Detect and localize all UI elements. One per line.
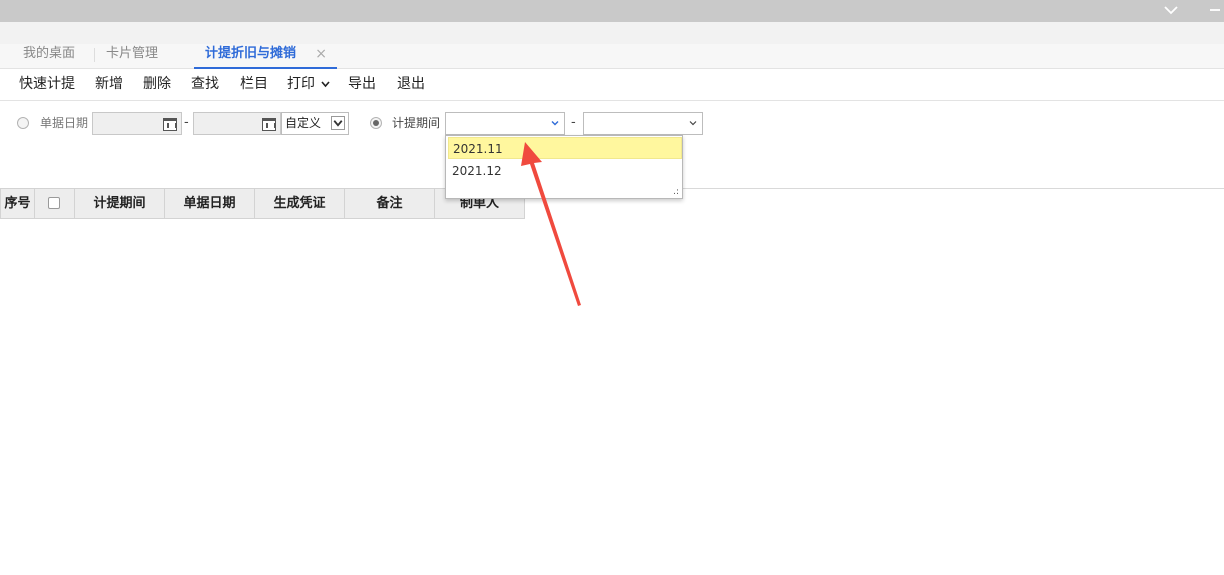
chevron-down-icon bbox=[321, 81, 331, 88]
exit-button[interactable]: 退出 bbox=[397, 75, 425, 93]
tab-strip: 我的桌面 卡片管理 计提折旧与摊销 × bbox=[0, 44, 1224, 69]
calendar-icon[interactable] bbox=[163, 118, 177, 131]
tab-desktop[interactable]: 我的桌面 bbox=[23, 44, 75, 69]
title-bar bbox=[0, 0, 1224, 22]
date-to-field[interactable] bbox=[193, 112, 281, 135]
secondary-bar bbox=[0, 22, 1224, 44]
close-icon[interactable]: × bbox=[315, 44, 327, 64]
red-arrow-annotation bbox=[521, 142, 581, 306]
chevron-down-icon bbox=[551, 121, 559, 126]
export-button[interactable]: 导出 bbox=[348, 75, 376, 93]
chevron-down-icon bbox=[331, 116, 345, 130]
columns-button[interactable]: 栏目 bbox=[240, 75, 268, 93]
col-index[interactable]: 序号 bbox=[0, 188, 35, 219]
col-period[interactable]: 计提期间 bbox=[74, 188, 165, 219]
chevron-down-icon bbox=[689, 121, 697, 126]
add-button[interactable]: 新增 bbox=[95, 75, 123, 93]
col-doc-date[interactable]: 单据日期 bbox=[164, 188, 255, 219]
col-select-all[interactable] bbox=[34, 188, 75, 219]
date-separator: - bbox=[184, 115, 189, 130]
toolbar: 快速计提 新增 删除 查找 栏目 打印 导出 退出 bbox=[0, 69, 1224, 101]
radio-period[interactable] bbox=[370, 117, 382, 129]
quick-accrue-button[interactable]: 快速计提 bbox=[19, 75, 75, 93]
period-label: 计提期间 bbox=[392, 116, 441, 130]
date-from-field[interactable] bbox=[92, 112, 182, 135]
tab-card-management[interactable]: 卡片管理 bbox=[106, 44, 158, 69]
delete-button[interactable]: 删除 bbox=[143, 75, 171, 93]
print-button-label: 打印 bbox=[287, 76, 315, 92]
resize-grip-icon[interactable]: .: bbox=[673, 187, 679, 197]
col-remark[interactable]: 备注 bbox=[344, 188, 435, 219]
date-range-select[interactable]: 自定义 bbox=[281, 112, 349, 135]
tab-depreciation[interactable]: 计提折旧与摊销 × bbox=[194, 44, 337, 69]
period-separator: - bbox=[571, 115, 576, 130]
minus-icon[interactable] bbox=[1206, 2, 1224, 18]
radio-doc-date[interactable] bbox=[17, 117, 29, 129]
date-range-select-value: 自定义 bbox=[285, 116, 322, 130]
chevron-down-icon[interactable] bbox=[1162, 2, 1180, 18]
col-voucher[interactable]: 生成凭证 bbox=[254, 188, 345, 219]
select-all-checkbox[interactable] bbox=[48, 197, 60, 209]
doc-date-label: 单据日期 bbox=[40, 116, 89, 130]
tab-divider bbox=[94, 48, 95, 62]
period-from-select[interactable] bbox=[445, 112, 565, 135]
tab-depreciation-label: 计提折旧与摊销 bbox=[205, 46, 297, 61]
calendar-icon[interactable] bbox=[262, 118, 276, 131]
find-button[interactable]: 查找 bbox=[191, 75, 219, 93]
print-button[interactable]: 打印 bbox=[287, 75, 331, 93]
period-to-select[interactable] bbox=[583, 112, 703, 135]
